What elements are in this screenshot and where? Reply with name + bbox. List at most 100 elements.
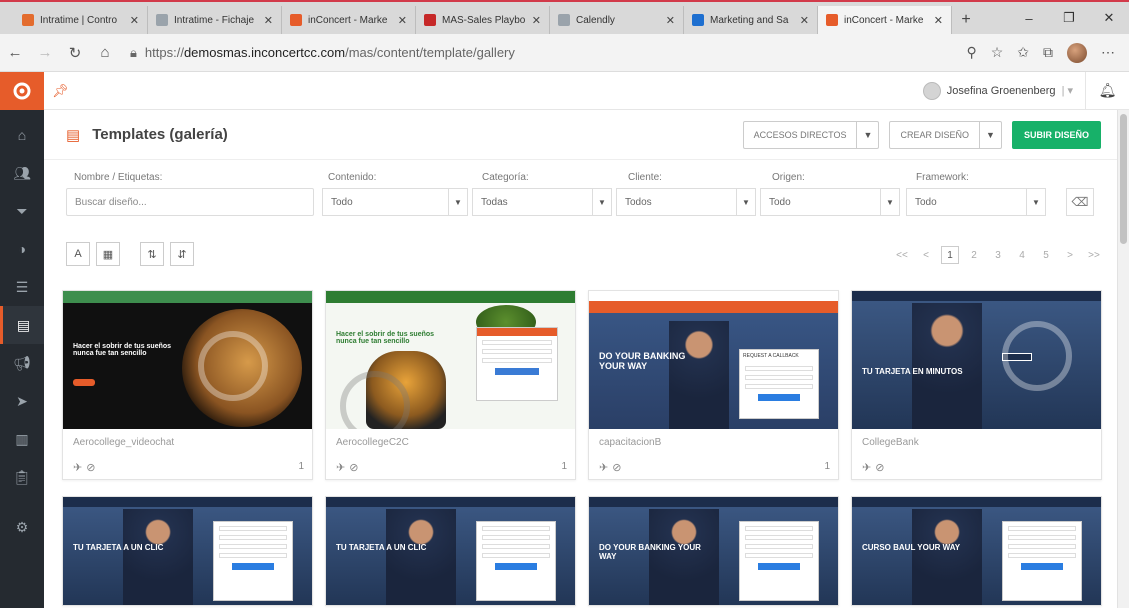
pagination-page-5[interactable]: 5 — [1037, 246, 1055, 264]
pagination-page-2[interactable]: 2 — [965, 246, 983, 264]
send-icon[interactable]: ✈︎ — [336, 461, 345, 474]
sort-alpha-icon[interactable]: A — [66, 242, 90, 266]
pagination-page-3[interactable]: 3 — [989, 246, 1007, 264]
zoom-icon[interactable]: ⚲ — [966, 44, 976, 61]
template-card[interactable]: TU TARJETA EN MINUTOS CollegeBank ✈︎ ⊘ — [851, 290, 1102, 480]
disabled-icon[interactable]: ⊘ — [349, 461, 358, 474]
send-icon[interactable]: ✈︎ — [599, 461, 608, 474]
browser-tab-2[interactable]: Intratime - Fichaje ✕ — [148, 6, 282, 34]
browser-tab-5[interactable]: Calendly ✕ — [550, 6, 684, 34]
template-name: Aerocollege_videochat — [73, 437, 175, 448]
browser-tab-7[interactable]: inConcert - Marke ✕ — [818, 6, 952, 34]
disabled-icon[interactable]: ⊘ — [86, 461, 95, 474]
pagination-page-1[interactable]: 1 — [941, 246, 959, 264]
templates-nav-icon[interactable]: ▤ — [0, 306, 44, 344]
content-select[interactable]: Todo ▼ — [322, 188, 468, 216]
pagination-next[interactable]: > — [1061, 246, 1079, 264]
clipboard-nav-icon[interactable]: 📋︎ — [0, 458, 44, 496]
back-icon[interactable]: ← — [0, 38, 30, 68]
browser-profile-avatar[interactable] — [1067, 42, 1087, 63]
template-card[interactable]: CURSO BAUL YOUR WAY — [851, 496, 1102, 606]
shortcuts-dropdown-icon[interactable]: ▼ — [856, 121, 878, 148]
pagination-prev[interactable]: < — [917, 246, 935, 264]
home-icon[interactable]: ⌂ — [90, 38, 120, 68]
template-thumbnail[interactable]: Hacer el sobrir de tus sueños nunca fue … — [326, 291, 575, 429]
close-window-icon[interactable]: ✕ — [1089, 2, 1129, 34]
shortcuts-button[interactable]: ACCESOS DIRECTOS — [744, 122, 857, 148]
pagination-page-4[interactable]: 4 — [1013, 246, 1031, 264]
tab-close-icon[interactable]: ✕ — [532, 14, 541, 27]
template-card[interactable]: TU TARJETA A UN CLIC — [62, 496, 313, 606]
template-thumbnail[interactable]: TU TARJETA EN MINUTOS — [852, 291, 1101, 429]
search-input[interactable]: Buscar diseño... — [66, 188, 314, 216]
url-path: /mas/content/template/gallery — [345, 45, 515, 60]
template-card[interactable]: Hacer el sobrir de tus sueños nunca fue … — [325, 290, 576, 480]
template-card[interactable]: DO YOUR BANKING YOUR WAY — [588, 496, 839, 606]
framework-caret-icon: ▼ — [1026, 188, 1046, 216]
send-icon[interactable]: ✈︎ — [862, 461, 871, 474]
reports-nav-icon[interactable]: ▥ — [0, 420, 44, 458]
template-thumbnail[interactable]: TU TARJETA A UN CLIC — [63, 497, 312, 605]
scrollbar-thumb[interactable] — [1120, 114, 1127, 244]
sort-desc-icon[interactable]: ⇵ — [170, 242, 194, 266]
template-thumbnail[interactable]: Hacer el sobrir de tus sueños nunca fue … — [63, 291, 312, 429]
client-select[interactable]: Todos ▼ — [616, 188, 756, 216]
page-scrollbar[interactable] — [1117, 110, 1129, 608]
inconcert-logo[interactable] — [0, 72, 44, 110]
collections-icon[interactable]: ⧉ — [1043, 44, 1053, 61]
url-host: demosmas.inconcertcc.com — [183, 45, 346, 60]
disabled-icon[interactable]: ⊘ — [612, 461, 621, 474]
campaigns-nav-icon[interactable]: ◑ — [0, 230, 44, 268]
browser-tab-1[interactable]: Intratime | Contro ✕ — [14, 6, 148, 34]
category-select[interactable]: Todas ▼ — [472, 188, 612, 216]
create-dropdown-icon[interactable]: ▼ — [978, 121, 1001, 148]
template-thumbnail[interactable]: TU TARJETA A UN CLIC — [326, 497, 575, 605]
filter-nav-icon[interactable]: ⏷ — [0, 192, 44, 230]
browser-tab-6[interactable]: Marketing and Sa ✕ — [684, 6, 818, 34]
url-field[interactable]: 🔒︎ https://demosmas.inconcertcc.com/mas/… — [130, 45, 966, 61]
tab-close-icon[interactable]: ✕ — [264, 14, 273, 27]
user-menu[interactable]: Josefina Groenenberg | ▾ — [922, 81, 1073, 100]
new-tab-button[interactable]: + — [952, 6, 980, 34]
tab-close-icon[interactable]: ✕ — [666, 14, 675, 27]
browser-tab-4[interactable]: MAS-Sales Playbo ✕ — [416, 6, 550, 34]
template-card[interactable]: TU TARJETA A UN CLIC — [325, 496, 576, 606]
minimize-icon[interactable]: – — [1009, 2, 1049, 34]
template-card[interactable]: Hacer el sobrir de tus sueños nunca fue … — [62, 290, 313, 480]
tab-close-icon[interactable]: ✕ — [800, 14, 809, 27]
forward-icon[interactable]: → — [30, 38, 60, 68]
template-card[interactable]: DO YOUR BANKING YOUR WAY REQUEST A CALLBA… — [588, 290, 839, 480]
pin-icon[interactable]: 📌︎ — [52, 83, 69, 99]
create-design-button[interactable]: CREAR DISEÑO — [890, 122, 979, 148]
upload-design-button[interactable]: SUBIR DISEÑO — [1011, 120, 1101, 149]
origin-select[interactable]: Todo ▼ — [760, 188, 900, 216]
tab-close-icon[interactable]: ✕ — [398, 14, 407, 27]
send-icon[interactable]: ✈︎ — [73, 461, 82, 474]
refresh-icon[interactable]: ↻ — [60, 38, 90, 68]
maximize-icon[interactable]: ❐ — [1049, 2, 1089, 34]
sort-asc-icon[interactable]: ⇅ — [140, 242, 164, 266]
pagination-last[interactable]: >> — [1085, 246, 1103, 264]
contacts-nav-icon[interactable]: 👥︎ — [0, 154, 44, 192]
send-nav-icon[interactable]: ➤ — [0, 382, 44, 420]
notifications-bell-icon[interactable]: 🔔︎ — [1085, 71, 1129, 110]
clear-filters-eraser-icon[interactable]: ⌫ — [1066, 188, 1094, 216]
framework-select[interactable]: Todo ▼ — [906, 188, 1046, 216]
template-form-title: REQUEST A CALLBACK — [743, 353, 799, 359]
disabled-icon[interactable]: ⊘ — [875, 461, 884, 474]
megaphone-nav-icon[interactable]: 📢︎ — [0, 344, 44, 382]
template-thumbnail[interactable]: DO YOUR BANKING YOUR WAY — [589, 497, 838, 605]
sort-date-icon[interactable]: ▦ — [96, 242, 120, 266]
pagination-first[interactable]: << — [893, 246, 911, 264]
template-thumbnail[interactable]: DO YOUR BANKING YOUR WAY REQUEST A CALLBA… — [589, 291, 838, 429]
lists-nav-icon[interactable]: ☰ — [0, 268, 44, 306]
tab-close-icon[interactable]: ✕ — [130, 14, 139, 27]
more-icon[interactable]: ⋯ — [1101, 44, 1115, 61]
template-thumbnail[interactable]: CURSO BAUL YOUR WAY — [852, 497, 1101, 605]
favorites-icon[interactable]: ✩ — [1017, 44, 1029, 61]
browser-tab-3[interactable]: inConcert - Marke ✕ — [282, 6, 416, 34]
favorite-star-icon[interactable]: ☆ — [991, 44, 1004, 61]
settings-nav-icon[interactable]: ⚙ — [0, 508, 44, 546]
tab-close-icon[interactable]: ✕ — [934, 14, 943, 27]
home-nav-icon[interactable]: ⌂ — [0, 116, 44, 154]
